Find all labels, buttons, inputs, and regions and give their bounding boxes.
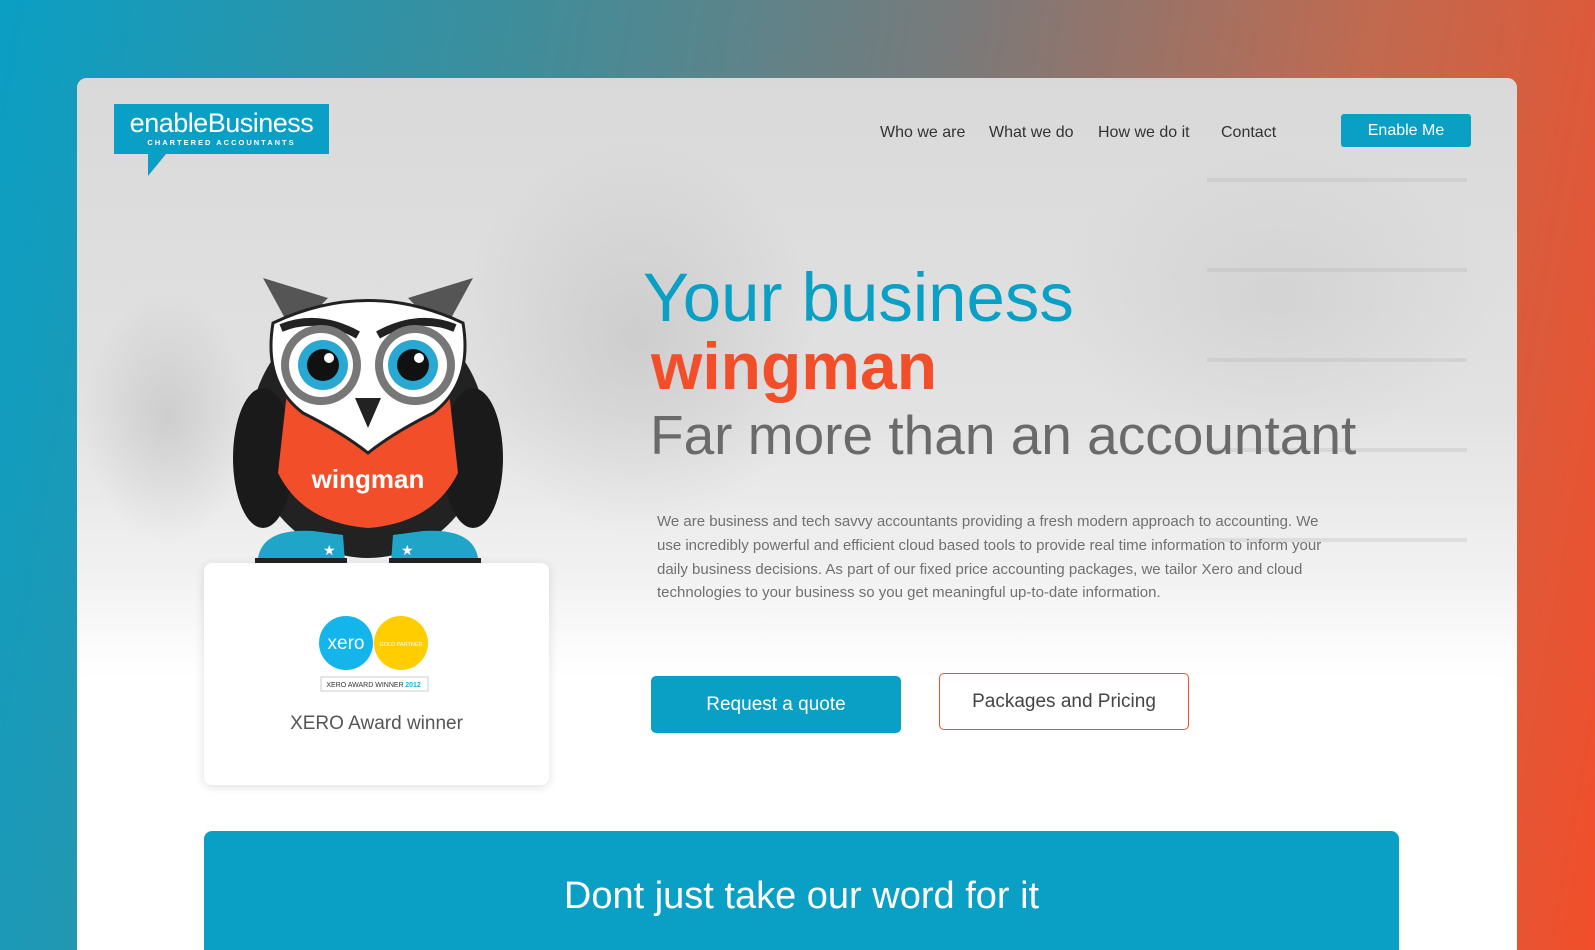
svg-text:★: ★ bbox=[401, 543, 414, 559]
enable-me-button[interactable]: Enable Me bbox=[1341, 114, 1471, 147]
request-quote-button[interactable]: Request a quote bbox=[651, 676, 901, 733]
main-nav: Who we are What we do How we do it Conta… bbox=[77, 122, 1517, 152]
packages-pricing-button[interactable]: Packages and Pricing bbox=[939, 673, 1189, 730]
logo-speech-tail bbox=[148, 154, 166, 176]
nav-item-who-we-are[interactable]: Who we are bbox=[880, 122, 965, 144]
testimonial-section: Dont just take our word for it bbox=[204, 831, 1399, 950]
hero-headline-line2: wingman bbox=[651, 329, 938, 403]
svg-text:★: ★ bbox=[323, 543, 336, 559]
hero-subheadline: Far more than an accountant bbox=[650, 404, 1357, 466]
mascot-label: wingman bbox=[311, 464, 425, 494]
xero-award-card: xero GOLD PARTNER XERO AWARD WINNER 2012… bbox=[204, 563, 549, 785]
testimonial-title: Dont just take our word for it bbox=[563, 875, 1040, 917]
award-banner-text: XERO AWARD WINNER bbox=[326, 682, 403, 689]
nav-item-how-we-do-it[interactable]: How we do it bbox=[1098, 122, 1190, 144]
xero-award-logo: xero GOLD PARTNER XERO AWARD WINNER 2012 bbox=[319, 616, 429, 692]
nav-item-contact[interactable]: Contact bbox=[1221, 122, 1276, 144]
hero-headline-line1: Your business bbox=[643, 259, 1074, 336]
owl-mascot-illustration: wingman ★ ★ bbox=[233, 278, 503, 565]
gold-partner-badge: GOLD PARTNER bbox=[380, 642, 423, 648]
award-banner-year: 2012 bbox=[405, 682, 421, 689]
award-caption: XERO Award winner bbox=[290, 713, 463, 734]
browser-frame: enableBusiness CHARTERED ACCOUNTANTS Who… bbox=[77, 78, 1517, 950]
hero-intro-paragraph: We are business and tech savvy accountan… bbox=[657, 513, 1322, 602]
xero-logo-text: xero bbox=[328, 633, 365, 654]
nav-item-what-we-do[interactable]: What we do bbox=[989, 122, 1073, 144]
